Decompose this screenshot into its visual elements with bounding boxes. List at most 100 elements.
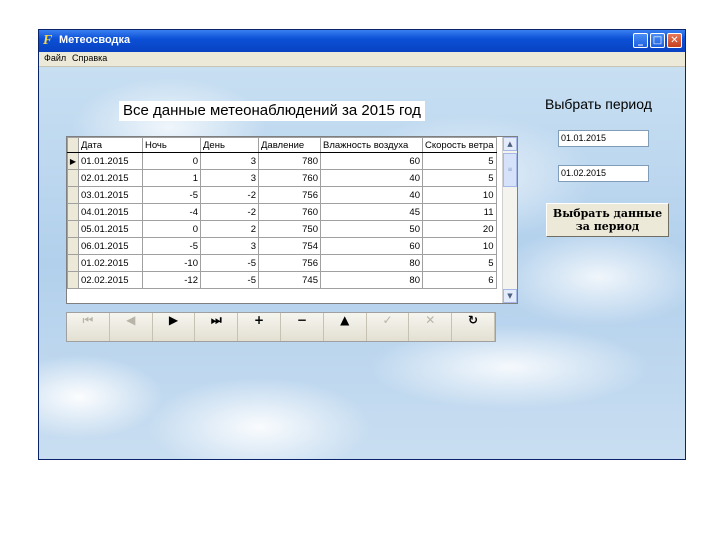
nav-last-button[interactable]: ⏭ bbox=[195, 313, 239, 341]
cell-wind[interactable]: 10 bbox=[422, 186, 497, 204]
cell-day[interactable]: 3 bbox=[200, 169, 259, 187]
row-indicator[interactable] bbox=[67, 271, 79, 289]
table-row[interactable]: 06.01.2015 -5 3 754 60 10 bbox=[67, 237, 497, 255]
cell-pressure[interactable]: 754 bbox=[258, 237, 321, 255]
cell-date[interactable]: 02.01.2015 bbox=[78, 169, 143, 187]
app-logo-icon: F bbox=[43, 33, 53, 48]
column-header-humidity[interactable]: Влажность воздуха bbox=[320, 137, 423, 153]
table-row[interactable]: 02.01.2015 1 3 760 40 5 bbox=[67, 169, 497, 187]
cell-pressure[interactable]: 760 bbox=[258, 203, 321, 221]
cell-humidity[interactable]: 80 bbox=[320, 254, 423, 272]
table-row[interactable]: 03.01.2015 -5 -2 756 40 10 bbox=[67, 186, 497, 204]
table-row[interactable]: 05.01.2015 0 2 750 50 20 bbox=[67, 220, 497, 238]
cell-wind[interactable]: 6 bbox=[422, 271, 497, 289]
nav-post-button[interactable]: ✓ bbox=[366, 313, 410, 341]
menu-bar: Файл Справка bbox=[39, 52, 685, 67]
cell-humidity[interactable]: 80 bbox=[320, 271, 423, 289]
cell-wind[interactable]: 5 bbox=[422, 152, 497, 170]
row-indicator[interactable] bbox=[67, 169, 79, 187]
cell-humidity[interactable]: 60 bbox=[320, 237, 423, 255]
cell-night[interactable]: -5 bbox=[142, 186, 201, 204]
cell-night[interactable]: -4 bbox=[142, 203, 201, 221]
cell-humidity[interactable]: 40 bbox=[320, 169, 423, 187]
date-from-field[interactable]: 01.01.2015 bbox=[558, 130, 649, 147]
data-grid[interactable]: Дата Ночь День Давление Влажность воздух… bbox=[66, 136, 518, 304]
scroll-thumb[interactable]: ≡ bbox=[503, 153, 517, 187]
cell-humidity[interactable]: 50 bbox=[320, 220, 423, 238]
row-indicator[interactable] bbox=[67, 237, 79, 255]
cell-date[interactable]: 04.01.2015 bbox=[78, 203, 143, 221]
scroll-down-button[interactable]: ▼ bbox=[503, 289, 517, 303]
cell-day[interactable]: -2 bbox=[200, 203, 259, 221]
column-header-date[interactable]: Дата bbox=[78, 137, 143, 153]
cell-date[interactable]: 02.02.2015 bbox=[78, 271, 143, 289]
cell-pressure[interactable]: 750 bbox=[258, 220, 321, 238]
cell-date[interactable]: 01.02.2015 bbox=[78, 254, 143, 272]
vertical-scrollbar[interactable]: ▲ ≡ ▼ bbox=[502, 137, 517, 303]
nav-first-button[interactable]: ⏮ bbox=[67, 313, 110, 341]
cell-day[interactable]: -2 bbox=[200, 186, 259, 204]
nav-edit-button[interactable]: ▲ bbox=[323, 313, 367, 341]
row-indicator[interactable] bbox=[67, 203, 79, 221]
column-header-pressure[interactable]: Давление bbox=[258, 137, 321, 153]
cell-humidity[interactable]: 40 bbox=[320, 186, 423, 204]
cell-date[interactable]: 01.01.2015 bbox=[78, 152, 143, 170]
table-body: ▶ 01.01.2015 0 3 780 60 5 02.01.2015 1 3 760 40 5 03.… bbox=[67, 152, 497, 289]
cell-wind[interactable]: 11 bbox=[422, 203, 497, 221]
table-row[interactable]: ▶ 01.01.2015 0 3 780 60 5 bbox=[67, 152, 497, 170]
cell-humidity[interactable]: 60 bbox=[320, 152, 423, 170]
nav-prior-button[interactable]: ◀ bbox=[109, 313, 153, 341]
menu-help[interactable]: Справка bbox=[72, 53, 107, 63]
cell-pressure[interactable]: 756 bbox=[258, 186, 321, 204]
scroll-up-button[interactable]: ▲ bbox=[503, 137, 517, 151]
cell-wind[interactable]: 20 bbox=[422, 220, 497, 238]
row-indicator[interactable] bbox=[67, 254, 79, 272]
cell-pressure[interactable]: 760 bbox=[258, 169, 321, 187]
table-row[interactable]: 01.02.2015 -10 -5 756 80 5 bbox=[67, 254, 497, 272]
cell-day[interactable]: -5 bbox=[200, 271, 259, 289]
cell-night[interactable]: -5 bbox=[142, 237, 201, 255]
column-header-wind[interactable]: Скорость ветра bbox=[422, 137, 497, 153]
menu-file[interactable]: Файл bbox=[44, 53, 66, 63]
column-header-night[interactable]: Ночь bbox=[142, 137, 201, 153]
nav-insert-button[interactable]: + bbox=[238, 313, 281, 341]
maximize-button[interactable]: □ bbox=[650, 33, 665, 48]
cell-night[interactable]: 0 bbox=[142, 220, 201, 238]
row-indicator[interactable] bbox=[67, 220, 79, 238]
nav-refresh-button[interactable]: ↻ bbox=[452, 313, 495, 341]
column-header-day[interactable]: День bbox=[200, 137, 259, 153]
cell-date[interactable]: 03.01.2015 bbox=[78, 186, 143, 204]
cell-day[interactable]: 2 bbox=[200, 220, 259, 238]
cell-pressure[interactable]: 756 bbox=[258, 254, 321, 272]
minimize-button[interactable]: _ bbox=[633, 33, 648, 48]
close-button[interactable]: ✕ bbox=[667, 33, 682, 48]
cell-night[interactable]: 1 bbox=[142, 169, 201, 187]
cell-wind[interactable]: 10 bbox=[422, 237, 497, 255]
table-row[interactable]: 04.01.2015 -4 -2 760 45 11 bbox=[67, 203, 497, 221]
title-bar[interactable]: F Метеосводка _ □ ✕ bbox=[39, 30, 685, 52]
select-period-button[interactable]: Выбрать данные за период bbox=[546, 203, 669, 237]
nav-cancel-button[interactable]: ✕ bbox=[409, 313, 453, 341]
cell-humidity[interactable]: 45 bbox=[320, 203, 423, 221]
date-to-field[interactable]: 01.02.2015 bbox=[558, 165, 649, 182]
cell-date[interactable]: 05.01.2015 bbox=[78, 220, 143, 238]
cell-day[interactable]: 3 bbox=[200, 237, 259, 255]
cell-night[interactable]: 0 bbox=[142, 152, 201, 170]
cell-day[interactable]: 3 bbox=[200, 152, 259, 170]
cell-pressure[interactable]: 780 bbox=[258, 152, 321, 170]
select-period-button-line1: Выбрать данные bbox=[552, 207, 663, 220]
row-indicator[interactable]: ▶ bbox=[67, 152, 79, 170]
nav-next-button[interactable]: ▶ bbox=[152, 313, 196, 341]
table-header-row: Дата Ночь День Давление Влажность воздух… bbox=[67, 137, 497, 153]
row-indicator[interactable] bbox=[67, 186, 79, 204]
cell-pressure[interactable]: 745 bbox=[258, 271, 321, 289]
cell-night[interactable]: -12 bbox=[142, 271, 201, 289]
cell-date[interactable]: 06.01.2015 bbox=[78, 237, 143, 255]
cell-night[interactable]: -10 bbox=[142, 254, 201, 272]
cell-day[interactable]: -5 bbox=[200, 254, 259, 272]
table-row[interactable]: 02.02.2015 -12 -5 745 80 6 bbox=[67, 271, 497, 289]
nav-delete-button[interactable]: − bbox=[280, 313, 324, 341]
db-navigator: ⏮ ◀ ▶ ⏭ + − ▲ ✓ ✕ ↻ bbox=[66, 312, 496, 342]
cell-wind[interactable]: 5 bbox=[422, 254, 497, 272]
cell-wind[interactable]: 5 bbox=[422, 169, 497, 187]
